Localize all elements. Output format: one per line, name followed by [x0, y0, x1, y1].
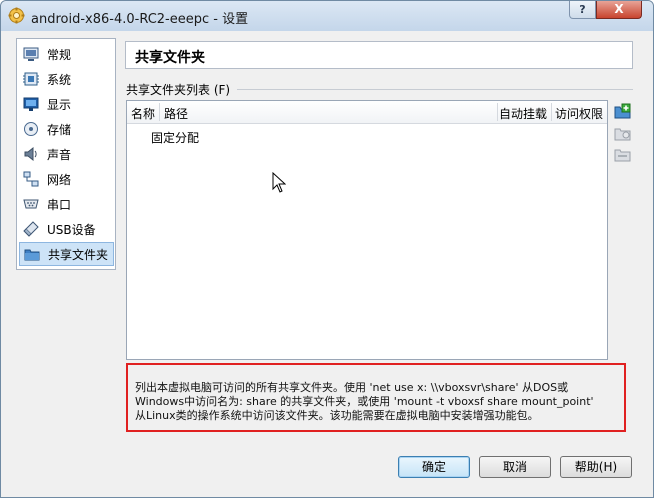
close-button[interactable]: X [596, 1, 642, 19]
description-line: 从Linux类的操作系统中访问该文件夹。该功能需要在虚拟电脑中安装增强功能包。 [135, 409, 539, 422]
settings-category-list: 常规 系统 显示 存储 声音 网络 串口 USB设备 共享文件夹 [16, 38, 116, 270]
table-header: 名称 路径 自动挂载 访问权限 [127, 101, 607, 124]
column-header-access[interactable]: 访问权限 [555, 105, 603, 122]
description-text: 列出本虚拟电脑可访问的所有共享文件夹。使用 'net use x: \\vbox… [135, 381, 621, 423]
table-row[interactable]: 固定分配 [151, 129, 199, 146]
section-divider [237, 89, 633, 90]
description-line: 列出本虚拟电脑可访问的所有共享文件夹。使用 'net use x: \\vbox… [135, 381, 569, 394]
sidebar-item-system[interactable]: 系统 [19, 67, 114, 91]
folder-icon [24, 249, 40, 261]
column-separator[interactable] [551, 103, 552, 121]
ok-button[interactable]: 确定 [398, 456, 470, 478]
sidebar-item-label: 显示 [47, 97, 72, 112]
column-separator[interactable] [497, 103, 498, 121]
description-panel: 列出本虚拟电脑可访问的所有共享文件夹。使用 'net use x: \\vbox… [126, 363, 626, 432]
column-header-auto-mount[interactable]: 自动挂载 [499, 105, 547, 122]
sidebar-item-label: 存储 [47, 122, 72, 137]
sidebar-item-audio[interactable]: 声音 [19, 142, 114, 166]
system-icon [23, 72, 39, 86]
sidebar-item-label: 网络 [47, 172, 72, 187]
sidebar-item-storage[interactable]: 存储 [19, 117, 114, 141]
cancel-button[interactable]: 取消 [479, 456, 551, 478]
usb-icon [23, 221, 39, 237]
shared-folders-table[interactable]: 名称 路径 自动挂载 访问权限 固定分配 [126, 100, 608, 360]
serial-port-icon [23, 199, 39, 209]
help-caption-button[interactable]: ? [569, 1, 596, 19]
virtualbox-icon [8, 7, 25, 24]
sidebar-item-label: 系统 [47, 72, 72, 87]
mouse-cursor-icon [272, 172, 286, 193]
sidebar-item-shared-folders[interactable]: 共享文件夹 [19, 242, 114, 266]
page-header: 共享文件夹 [125, 41, 633, 69]
column-separator[interactable] [159, 103, 160, 121]
title-bar[interactable]: android-x86-4.0-RC2-eeepc - 设置 ? X [1, 1, 653, 31]
page-title: 共享文件夹 [135, 50, 205, 66]
sidebar-item-general[interactable]: 常规 [19, 42, 114, 66]
sidebar-item-serial-port[interactable]: 串口 [19, 192, 114, 216]
sidebar-item-label: 声音 [47, 147, 72, 162]
audio-icon [24, 146, 37, 162]
network-icon [23, 171, 39, 187]
add-folder-icon[interactable] [614, 103, 631, 120]
storage-icon [24, 122, 38, 136]
remove-folder-icon[interactable] [614, 146, 631, 163]
column-header-name[interactable]: 名称 [131, 105, 155, 122]
description-line: Windows中访问名为: share 的共享文件夹，或使用 'mount -t… [135, 395, 594, 408]
shared-folders-list-label: 共享文件夹列表 (F) [126, 83, 231, 97]
help-button[interactable]: 帮助(H) [560, 456, 632, 478]
sidebar-item-label: 共享文件夹 [48, 247, 109, 262]
sidebar-item-label: 串口 [47, 197, 72, 212]
edit-folder-icon[interactable] [614, 125, 631, 142]
display-icon [23, 97, 39, 111]
sidebar-item-usb[interactable]: USB设备 [19, 217, 114, 241]
general-icon [23, 47, 39, 61]
sidebar-item-label: USB设备 [47, 222, 96, 237]
column-header-path[interactable]: 路径 [164, 105, 188, 122]
sidebar-item-display[interactable]: 显示 [19, 92, 114, 116]
window-title: android-x86-4.0-RC2-eeepc - 设置 [31, 12, 249, 27]
settings-window: android-x86-4.0-RC2-eeepc - 设置 ? X 常规 系统 [0, 0, 654, 498]
sidebar-item-label: 常规 [47, 47, 72, 62]
sidebar-item-network[interactable]: 网络 [19, 167, 114, 191]
